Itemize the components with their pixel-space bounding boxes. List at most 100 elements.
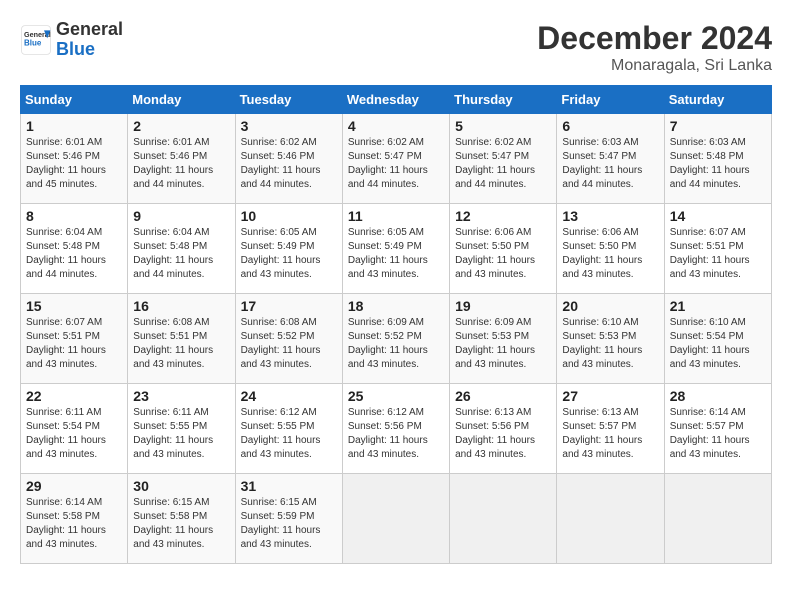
calendar-cell: 13 Sunrise: 6:06 AMSunset: 5:50 PMDaylig…	[557, 204, 664, 294]
calendar-cell: 3 Sunrise: 6:02 AMSunset: 5:46 PMDayligh…	[235, 114, 342, 204]
day-number: 30	[133, 478, 229, 494]
calendar-cell: 5 Sunrise: 6:02 AMSunset: 5:47 PMDayligh…	[450, 114, 557, 204]
calendar-week-5: 29 Sunrise: 6:14 AMSunset: 5:58 PMDaylig…	[21, 474, 772, 564]
day-info: Sunrise: 6:07 AMSunset: 5:51 PMDaylight:…	[26, 316, 122, 372]
day-info: Sunrise: 6:15 AMSunset: 5:58 PMDaylight:…	[133, 496, 229, 552]
day-info: Sunrise: 6:03 AMSunset: 5:48 PMDaylight:…	[670, 136, 766, 192]
day-number: 23	[133, 388, 229, 404]
weekday-header-friday: Friday	[557, 86, 664, 114]
day-info: Sunrise: 6:07 AMSunset: 5:51 PMDaylight:…	[670, 226, 766, 282]
calendar-cell: 23 Sunrise: 6:11 AMSunset: 5:55 PMDaylig…	[128, 384, 235, 474]
day-info: Sunrise: 6:01 AMSunset: 5:46 PMDaylight:…	[133, 136, 229, 192]
calendar-cell: 16 Sunrise: 6:08 AMSunset: 5:51 PMDaylig…	[128, 294, 235, 384]
day-number: 13	[562, 208, 658, 224]
day-info: Sunrise: 6:10 AMSunset: 5:54 PMDaylight:…	[670, 316, 766, 372]
day-number: 27	[562, 388, 658, 404]
day-number: 28	[670, 388, 766, 404]
day-number: 21	[670, 298, 766, 314]
day-number: 25	[348, 388, 444, 404]
day-number: 9	[133, 208, 229, 224]
calendar-cell: 19 Sunrise: 6:09 AMSunset: 5:53 PMDaylig…	[450, 294, 557, 384]
day-number: 7	[670, 118, 766, 134]
day-number: 12	[455, 208, 551, 224]
day-number: 8	[26, 208, 122, 224]
calendar-cell: 27 Sunrise: 6:13 AMSunset: 5:57 PMDaylig…	[557, 384, 664, 474]
day-info: Sunrise: 6:09 AMSunset: 5:53 PMDaylight:…	[455, 316, 551, 372]
day-info: Sunrise: 6:08 AMSunset: 5:51 PMDaylight:…	[133, 316, 229, 372]
calendar-cell	[557, 474, 664, 564]
calendar-cell: 20 Sunrise: 6:10 AMSunset: 5:53 PMDaylig…	[557, 294, 664, 384]
weekday-header-row: SundayMondayTuesdayWednesdayThursdayFrid…	[21, 86, 772, 114]
day-number: 17	[241, 298, 337, 314]
day-number: 5	[455, 118, 551, 134]
day-info: Sunrise: 6:11 AMSunset: 5:55 PMDaylight:…	[133, 406, 229, 462]
location: Monaragala, Sri Lanka	[537, 57, 772, 75]
calendar-cell: 21 Sunrise: 6:10 AMSunset: 5:54 PMDaylig…	[664, 294, 771, 384]
calendar-cell	[342, 474, 449, 564]
day-info: Sunrise: 6:05 AMSunset: 5:49 PMDaylight:…	[241, 226, 337, 282]
day-number: 10	[241, 208, 337, 224]
day-number: 4	[348, 118, 444, 134]
day-info: Sunrise: 6:11 AMSunset: 5:54 PMDaylight:…	[26, 406, 122, 462]
calendar-cell: 2 Sunrise: 6:01 AMSunset: 5:46 PMDayligh…	[128, 114, 235, 204]
calendar-cell: 15 Sunrise: 6:07 AMSunset: 5:51 PMDaylig…	[21, 294, 128, 384]
calendar-cell	[450, 474, 557, 564]
calendar-cell: 14 Sunrise: 6:07 AMSunset: 5:51 PMDaylig…	[664, 204, 771, 294]
day-number: 22	[26, 388, 122, 404]
calendar-cell: 25 Sunrise: 6:12 AMSunset: 5:56 PMDaylig…	[342, 384, 449, 474]
calendar-cell: 31 Sunrise: 6:15 AMSunset: 5:59 PMDaylig…	[235, 474, 342, 564]
calendar-cell: 29 Sunrise: 6:14 AMSunset: 5:58 PMDaylig…	[21, 474, 128, 564]
day-info: Sunrise: 6:09 AMSunset: 5:52 PMDaylight:…	[348, 316, 444, 372]
calendar-week-2: 8 Sunrise: 6:04 AMSunset: 5:48 PMDayligh…	[21, 204, 772, 294]
day-number: 24	[241, 388, 337, 404]
month-title: December 2024	[537, 20, 772, 57]
day-number: 15	[26, 298, 122, 314]
weekday-header-thursday: Thursday	[450, 86, 557, 114]
day-number: 18	[348, 298, 444, 314]
day-info: Sunrise: 6:03 AMSunset: 5:47 PMDaylight:…	[562, 136, 658, 192]
calendar-cell: 17 Sunrise: 6:08 AMSunset: 5:52 PMDaylig…	[235, 294, 342, 384]
day-number: 16	[133, 298, 229, 314]
day-info: Sunrise: 6:02 AMSunset: 5:47 PMDaylight:…	[348, 136, 444, 192]
calendar-cell: 24 Sunrise: 6:12 AMSunset: 5:55 PMDaylig…	[235, 384, 342, 474]
day-number: 11	[348, 208, 444, 224]
day-info: Sunrise: 6:02 AMSunset: 5:47 PMDaylight:…	[455, 136, 551, 192]
calendar-cell: 30 Sunrise: 6:15 AMSunset: 5:58 PMDaylig…	[128, 474, 235, 564]
day-number: 2	[133, 118, 229, 134]
day-info: Sunrise: 6:06 AMSunset: 5:50 PMDaylight:…	[455, 226, 551, 282]
day-info: Sunrise: 6:12 AMSunset: 5:56 PMDaylight:…	[348, 406, 444, 462]
svg-text:Blue: Blue	[24, 38, 42, 47]
day-number: 19	[455, 298, 551, 314]
calendar-cell: 28 Sunrise: 6:14 AMSunset: 5:57 PMDaylig…	[664, 384, 771, 474]
day-number: 6	[562, 118, 658, 134]
day-info: Sunrise: 6:01 AMSunset: 5:46 PMDaylight:…	[26, 136, 122, 192]
calendar-cell: 26 Sunrise: 6:13 AMSunset: 5:56 PMDaylig…	[450, 384, 557, 474]
calendar-cell	[664, 474, 771, 564]
weekday-header-wednesday: Wednesday	[342, 86, 449, 114]
page-header: General Blue General Blue December 2024 …	[20, 20, 772, 75]
day-info: Sunrise: 6:05 AMSunset: 5:49 PMDaylight:…	[348, 226, 444, 282]
calendar-table: SundayMondayTuesdayWednesdayThursdayFrid…	[20, 85, 772, 564]
calendar-cell: 7 Sunrise: 6:03 AMSunset: 5:48 PMDayligh…	[664, 114, 771, 204]
title-block: December 2024 Monaragala, Sri Lanka	[537, 20, 772, 75]
day-number: 31	[241, 478, 337, 494]
day-info: Sunrise: 6:04 AMSunset: 5:48 PMDaylight:…	[133, 226, 229, 282]
calendar-week-4: 22 Sunrise: 6:11 AMSunset: 5:54 PMDaylig…	[21, 384, 772, 474]
logo-text: General Blue	[56, 20, 123, 60]
day-number: 26	[455, 388, 551, 404]
day-number: 3	[241, 118, 337, 134]
calendar-cell: 12 Sunrise: 6:06 AMSunset: 5:50 PMDaylig…	[450, 204, 557, 294]
calendar-cell: 10 Sunrise: 6:05 AMSunset: 5:49 PMDaylig…	[235, 204, 342, 294]
day-info: Sunrise: 6:13 AMSunset: 5:57 PMDaylight:…	[562, 406, 658, 462]
calendar-cell: 4 Sunrise: 6:02 AMSunset: 5:47 PMDayligh…	[342, 114, 449, 204]
weekday-header-sunday: Sunday	[21, 86, 128, 114]
calendar-cell: 11 Sunrise: 6:05 AMSunset: 5:49 PMDaylig…	[342, 204, 449, 294]
calendar-week-1: 1 Sunrise: 6:01 AMSunset: 5:46 PMDayligh…	[21, 114, 772, 204]
day-info: Sunrise: 6:02 AMSunset: 5:46 PMDaylight:…	[241, 136, 337, 192]
day-info: Sunrise: 6:14 AMSunset: 5:57 PMDaylight:…	[670, 406, 766, 462]
logo-icon: General Blue	[20, 24, 52, 56]
day-info: Sunrise: 6:15 AMSunset: 5:59 PMDaylight:…	[241, 496, 337, 552]
calendar-week-3: 15 Sunrise: 6:07 AMSunset: 5:51 PMDaylig…	[21, 294, 772, 384]
day-number: 14	[670, 208, 766, 224]
day-number: 1	[26, 118, 122, 134]
